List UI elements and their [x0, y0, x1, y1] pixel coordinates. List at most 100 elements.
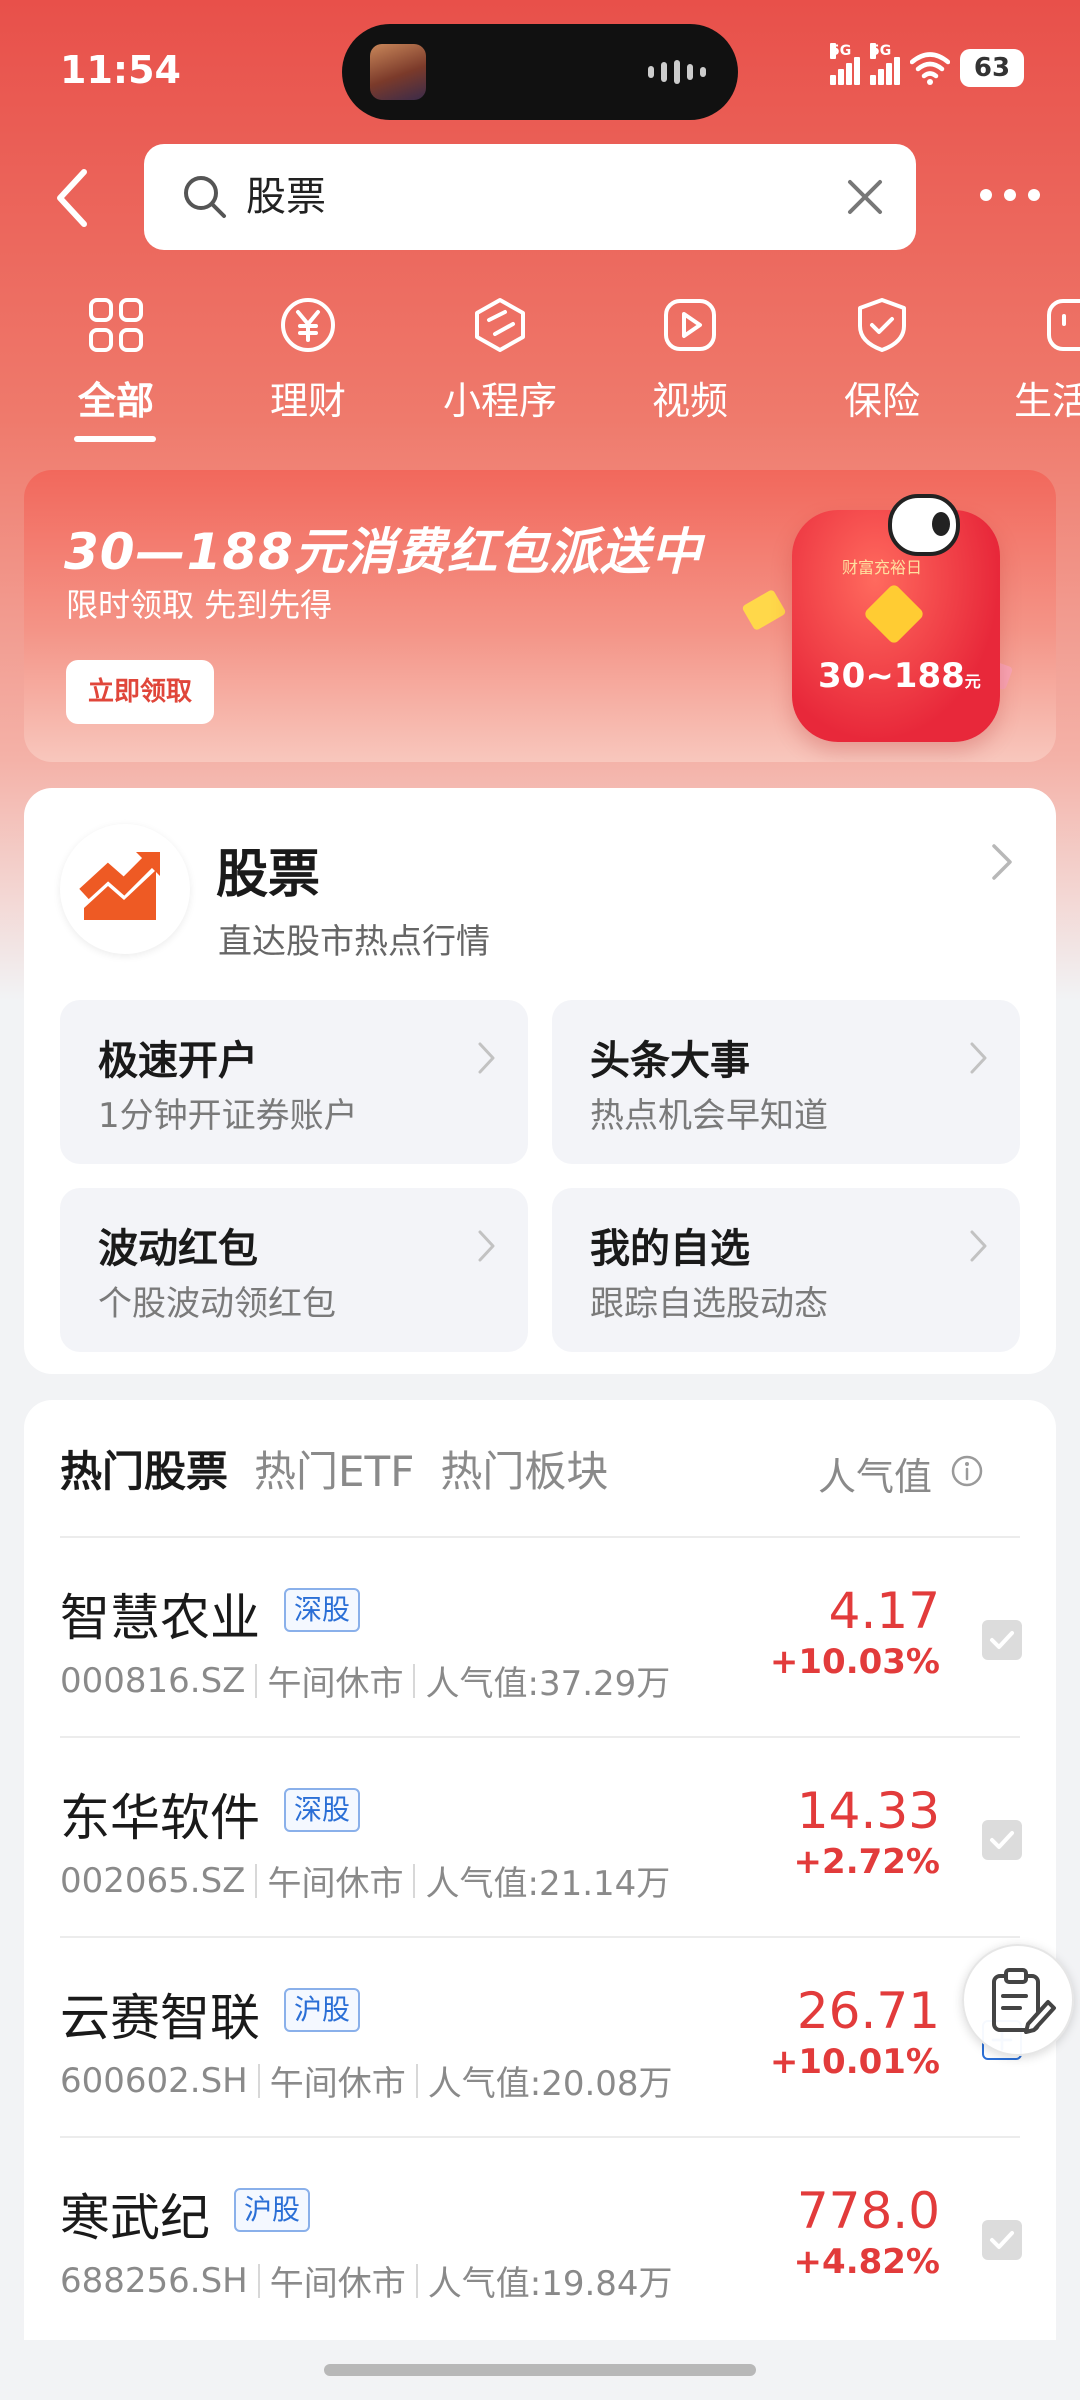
cube-icon — [475, 298, 525, 352]
more-options-icon[interactable] — [980, 180, 1040, 210]
active-tab-indicator — [74, 436, 156, 442]
chevron-right-icon — [478, 1230, 495, 1262]
tab-label: 生活 — [1014, 379, 1080, 423]
red-packet-illustration: 财富充裕日 30~188元 — [792, 494, 1000, 742]
watchlist-checked-icon[interactable] — [982, 1620, 1022, 1660]
market-badge: 沪股 — [284, 1988, 361, 2032]
stock-name: 云赛智联 — [60, 1989, 260, 2047]
stock-meta: 000816.SZ 午间休市 人气值:37.29万 — [60, 1656, 670, 1705]
stock-change: +2.72% — [793, 1842, 940, 1882]
feature-title[interactable]: 股票 — [216, 832, 320, 907]
search-input[interactable]: 股票 — [144, 144, 916, 250]
tab-insurance[interactable]: 保险 — [802, 288, 962, 438]
stock-name: 智慧农业 — [60, 1589, 260, 1647]
tab-label: 保险 — [843, 379, 920, 423]
audio-wave-icon — [648, 60, 708, 84]
stock-meta: 002065.SZ 午间休市 人气值:21.14万 — [60, 1856, 670, 1905]
gold-diamond-icon — [862, 582, 926, 646]
tab-label: 理财 — [269, 379, 346, 423]
battery-indicator: 63 — [960, 49, 1024, 87]
market-status: 午间休市 — [269, 2064, 406, 2104]
life-icon — [1047, 299, 1080, 351]
hot-stocks-card: 热门股票 热门ETF 热门板块 人气值 智慧农业 深股 000816.SZ 午间… — [24, 1400, 1056, 2340]
red-packet-tag: 财富充裕日 — [842, 558, 923, 577]
chevron-right-icon[interactable] — [988, 840, 1016, 884]
tab-hot-etf[interactable]: 热门ETF — [254, 1438, 414, 1499]
volatility-red-packet-tile[interactable]: 波动红包 个股波动领红包 — [60, 1188, 528, 1352]
feature-subtitle: 直达股市热点行情 — [218, 922, 490, 962]
tab-hot-stocks[interactable]: 热门股票 — [60, 1438, 228, 1499]
popularity-value: 人气值:19.84万 — [427, 2264, 673, 2304]
dynamic-island[interactable] — [342, 24, 738, 120]
promo-banner[interactable]: 30—188元消费红包派送中 限时领取 先到先得 立即领取 财富充裕日 30~1… — [24, 470, 1056, 762]
category-tabs: 全部 理财 小程序 视频 保险 生活 — [0, 288, 1080, 448]
market-status: 午间休市 — [269, 2264, 406, 2304]
stock-logo-icon — [60, 824, 190, 954]
cellular-signal-icon-2: 5G — [870, 43, 900, 85]
my-watchlist-tile[interactable]: 我的自选 跟踪自选股动态 — [552, 1188, 1020, 1352]
claim-now-button[interactable]: 立即领取 — [66, 660, 214, 724]
quick-open-account-tile[interactable]: 极速开户 1分钟开证券账户 — [60, 1000, 528, 1164]
stock-code: 002065.SZ — [60, 1860, 246, 1901]
stock-feature-card: 股票 直达股市热点行情 极速开户 1分钟开证券账户 头条大事 热点机会早知道 波… — [24, 788, 1056, 1374]
shield-icon — [858, 298, 906, 352]
stock-code: 688256.SH — [60, 2260, 248, 2301]
tab-wealth[interactable]: 理财 — [228, 288, 388, 438]
red-packet-amount: 30~188元 — [818, 656, 981, 696]
play-icon — [664, 299, 716, 351]
watchlist-checked-icon[interactable] — [982, 2220, 1022, 2260]
screen: 11:54 5G 5G 63 股票 全部 理财 小程序 视频 保险 生活 30—… — [0, 0, 1080, 2400]
tab-life[interactable]: 生活 — [994, 288, 1080, 438]
tab-hot-sectors[interactable]: 热门板块 — [440, 1438, 608, 1499]
tile-title: 波动红包 — [98, 1226, 258, 1272]
yen-icon — [281, 298, 335, 352]
status-time: 11:54 — [60, 48, 181, 92]
watchlist-checked-icon[interactable] — [982, 1820, 1022, 1860]
banner-subtitle: 限时领取 先到先得 — [66, 586, 333, 624]
stock-change: +10.01% — [769, 2042, 940, 2082]
wifi-icon — [910, 52, 950, 85]
chevron-right-icon — [478, 1042, 495, 1074]
stock-row[interactable]: 寒武纪 沪股 688256.SH 午间休市 人气值:19.84万 778.0 +… — [60, 2138, 1022, 2338]
status-icons: 5G 5G 63 — [830, 43, 1024, 88]
tab-video[interactable]: 视频 — [610, 288, 770, 438]
market-status: 午间休市 — [267, 1664, 404, 1704]
back-icon[interactable] — [46, 164, 98, 232]
stock-price: 4.17 — [828, 1582, 940, 1640]
stock-row[interactable]: 东华软件 深股 002065.SZ 午间休市 人气值:21.14万 14.33 … — [60, 1738, 1022, 1938]
mascot-face-icon — [888, 494, 960, 556]
popularity-value: 人气值:37.29万 — [425, 1664, 671, 1704]
tab-all[interactable]: 全部 — [36, 288, 196, 438]
stock-price: 14.33 — [796, 1782, 940, 1840]
stock-name: 东华软件 — [60, 1789, 260, 1847]
clipboard-edit-icon — [992, 1968, 1056, 2034]
home-indicator[interactable] — [324, 2364, 756, 2376]
stock-row[interactable]: 智慧农业 深股 000816.SZ 午间休市 人气值:37.29万 4.17 +… — [60, 1538, 1022, 1738]
tab-label: 小程序 — [442, 379, 557, 423]
tile-subtitle: 个股波动领红包 — [98, 1284, 336, 1324]
tab-label: 视频 — [651, 379, 728, 423]
confetti-decoration — [741, 588, 787, 632]
floating-notes-button[interactable] — [962, 1944, 1074, 2056]
grid-icon — [89, 298, 143, 352]
chevron-right-icon — [970, 1042, 987, 1074]
tile-title: 我的自选 — [590, 1226, 750, 1272]
clear-icon[interactable] — [844, 176, 886, 218]
cellular-signal-icon: 5G — [830, 43, 860, 85]
popularity-column-header: 人气值 — [818, 1455, 933, 1499]
tile-subtitle: 1分钟开证券账户 — [98, 1096, 358, 1136]
popularity-value: 人气值:20.08万 — [427, 2064, 673, 2104]
tab-mini-programs[interactable]: 小程序 — [420, 288, 580, 438]
stock-meta: 688256.SH 午间休市 人气值:19.84万 — [60, 2256, 673, 2305]
info-icon[interactable] — [950, 1454, 984, 1488]
tile-title: 极速开户 — [98, 1038, 258, 1084]
stock-code: 600602.SH — [60, 2060, 248, 2101]
search-icon — [184, 176, 226, 218]
stock-row[interactable]: 云赛智联 沪股 600602.SH 午间休市 人气值:20.08万 26.71 … — [60, 1938, 1022, 2138]
market-status: 午间休市 — [267, 1864, 404, 1904]
stock-price: 26.71 — [796, 1982, 940, 2040]
stock-code: 000816.SZ — [60, 1660, 246, 1701]
tile-subtitle: 热点机会早知道 — [590, 1096, 828, 1136]
market-badge: 深股 — [284, 1788, 361, 1832]
headline-news-tile[interactable]: 头条大事 热点机会早知道 — [552, 1000, 1020, 1164]
